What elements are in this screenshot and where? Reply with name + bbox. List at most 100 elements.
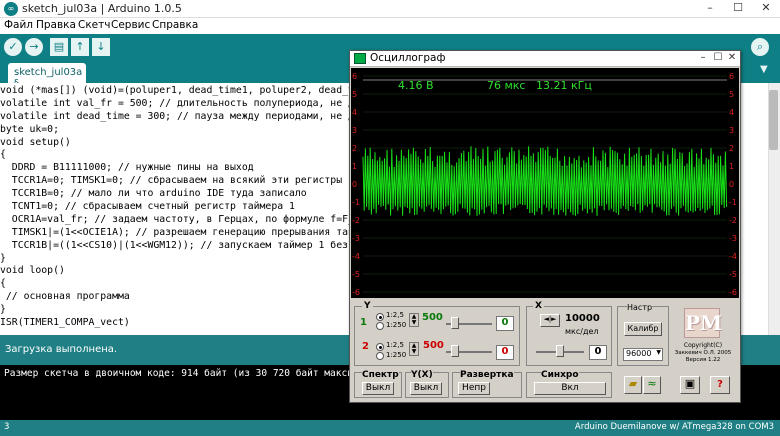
left-axis-label: -3 bbox=[352, 234, 360, 243]
new-icon[interactable]: ▤ bbox=[50, 38, 68, 56]
ch2-range-2-5-label: 1:2,5 bbox=[386, 341, 404, 349]
left-axis-label: -1 bbox=[352, 198, 360, 207]
minimize-button[interactable]: – bbox=[696, 0, 724, 17]
time-readout: 76 мкс bbox=[487, 79, 526, 92]
x-label: X bbox=[533, 301, 544, 311]
right-axis-label: -3 bbox=[729, 234, 737, 243]
left-axis-label: 5 bbox=[352, 90, 358, 99]
left-axis-label: 6 bbox=[352, 72, 358, 81]
ch2-range-2-5-radio[interactable] bbox=[376, 343, 384, 351]
footer-bar: 3 Arduino Duemilanove w/ ATmega328 on CO… bbox=[0, 420, 780, 436]
right-axis-label: -2 bbox=[729, 216, 737, 225]
x-step-button[interactable]: ◄|► bbox=[540, 314, 560, 327]
open-icon[interactable]: ↑ bbox=[71, 38, 89, 56]
left-axis-label: 4 bbox=[352, 108, 358, 117]
left-axis-label: -4 bbox=[352, 252, 360, 261]
right-axis-label: 0 bbox=[729, 180, 735, 189]
ch2-slider-thumb[interactable] bbox=[451, 345, 459, 357]
left-axis-label: 3 bbox=[352, 126, 358, 135]
logo-version: Версия 1.22 bbox=[685, 357, 721, 363]
sweep-button[interactable]: Непр bbox=[458, 382, 490, 395]
left-axis-label: 2 bbox=[352, 144, 358, 153]
right-axis-label: 2 bbox=[729, 144, 735, 153]
waveform-icon[interactable]: ≈ bbox=[643, 376, 661, 394]
maximize-button[interactable]: ☐ bbox=[724, 0, 752, 17]
menu-file[interactable]: Файл bbox=[4, 19, 33, 31]
osc-close-button[interactable]: ✕ bbox=[725, 52, 739, 65]
logo-copyright: Copyright(C) bbox=[683, 342, 723, 349]
ch1-label: 1 bbox=[360, 317, 367, 328]
help-icon[interactable]: ? bbox=[710, 376, 730, 394]
menu-tools[interactable]: Сервис bbox=[111, 19, 150, 31]
window-title: sketch_jul03a | Arduino 1.0.5 bbox=[22, 2, 182, 15]
left-axis-label: -2 bbox=[352, 216, 360, 225]
serial-monitor-icon[interactable]: ⌕ bbox=[751, 38, 769, 56]
ch2-range-250-label: 1:250 bbox=[386, 351, 407, 359]
oscilloscope-trace bbox=[362, 75, 728, 293]
ch2-value: 500 bbox=[423, 340, 444, 351]
board-info: Arduino Duemilanove w/ ATmega328 on COM3 bbox=[574, 422, 774, 432]
x-slider-thumb[interactable] bbox=[556, 345, 564, 357]
right-axis-label: 3 bbox=[729, 126, 735, 135]
voltage-readout: 4.16 В bbox=[398, 79, 434, 92]
x-offset[interactable]: 0 bbox=[589, 345, 607, 360]
oscilloscope-screen bbox=[351, 68, 739, 298]
osc-minimize-button[interactable]: – bbox=[696, 52, 710, 65]
open-folder-icon[interactable]: ▰ bbox=[624, 376, 642, 394]
editor-scroll-thumb[interactable] bbox=[769, 90, 778, 150]
yx-label: Y(X) bbox=[411, 370, 433, 380]
ch1-value: 500 bbox=[422, 312, 443, 323]
osc-maximize-button[interactable]: ☐ bbox=[711, 52, 725, 65]
left-axis-label: -6 bbox=[352, 288, 360, 297]
calibrate-button[interactable]: Калибр bbox=[624, 322, 662, 336]
sweep-label: Развертка bbox=[460, 370, 514, 380]
menu-bar: Файл Правка Скетч Сервис Справка bbox=[0, 18, 780, 34]
baud-value: 96000 bbox=[626, 349, 652, 358]
menu-edit[interactable]: Правка bbox=[36, 19, 76, 31]
menu-help[interactable]: Справка bbox=[152, 19, 198, 31]
settings-label: Настр bbox=[627, 303, 653, 312]
right-axis-label: -4 bbox=[729, 252, 737, 261]
left-axis: 6 5 4 3 2 1 0 -1 -2 -3 -4 -5 -6 bbox=[352, 68, 362, 298]
ch2-range-250-radio[interactable] bbox=[376, 352, 384, 360]
left-axis-label: -5 bbox=[352, 270, 360, 279]
ch1-slider-thumb[interactable] bbox=[451, 317, 459, 329]
ch1-offset[interactable]: 0 bbox=[496, 316, 514, 331]
tab-sketch[interactable]: sketch_jul03a § bbox=[8, 63, 86, 89]
pm-logo: PM bbox=[684, 308, 722, 338]
verify-icon[interactable]: ✓ bbox=[4, 38, 22, 56]
ch1-range-2-5-label: 1:2,5 bbox=[386, 311, 404, 319]
right-axis-label: -5 bbox=[729, 270, 737, 279]
y-label: Y bbox=[362, 301, 373, 311]
tab-menu-icon[interactable]: ▼ bbox=[760, 64, 774, 78]
ch2-label: 2 bbox=[362, 341, 369, 352]
ch1-range-250-label: 1:250 bbox=[386, 321, 407, 329]
menu-sketch[interactable]: Скетч bbox=[78, 19, 110, 31]
sync-button[interactable]: Вкл bbox=[534, 382, 606, 395]
left-axis-label: 0 bbox=[352, 180, 358, 189]
close-button[interactable]: ✕ bbox=[752, 0, 780, 17]
left-axis-label: 1 bbox=[352, 162, 358, 171]
save-icon[interactable]: ↓ bbox=[92, 38, 110, 56]
baud-select[interactable]: 96000 ▼ bbox=[623, 348, 663, 361]
ch1-range-2-5-radio[interactable] bbox=[376, 313, 384, 321]
upload-icon[interactable]: → bbox=[25, 38, 43, 56]
ch1-range-250-radio[interactable] bbox=[376, 322, 384, 330]
yx-button[interactable]: Выкл bbox=[410, 382, 442, 395]
right-axis: 6 5 4 3 2 1 0 -1 -2 -3 -4 -5 -6 bbox=[729, 68, 739, 298]
ch2-offset[interactable]: 0 bbox=[496, 345, 514, 360]
ch2-spin[interactable]: ▲ ▼ bbox=[409, 342, 419, 356]
logo-area: PM Copyright(C) Заккевич О.Л. 2005 Верси… bbox=[672, 306, 734, 366]
arduino-logo-icon: ∞ bbox=[4, 2, 18, 16]
ch1-spin[interactable]: ▲ ▼ bbox=[409, 313, 419, 327]
right-axis-label: -6 bbox=[729, 288, 737, 297]
right-axis-label: -1 bbox=[729, 198, 737, 207]
right-axis-label: 6 bbox=[729, 72, 735, 81]
spectrum-button[interactable]: Выкл bbox=[362, 382, 394, 395]
line-number: 3 bbox=[4, 422, 10, 432]
sync-label: Синхро bbox=[541, 370, 579, 380]
spectrum-label: Спектр bbox=[362, 370, 399, 380]
x-value: 10000 bbox=[565, 313, 600, 324]
save-disk-icon[interactable]: ▣ bbox=[680, 376, 700, 394]
right-axis-label: 4 bbox=[729, 108, 735, 117]
